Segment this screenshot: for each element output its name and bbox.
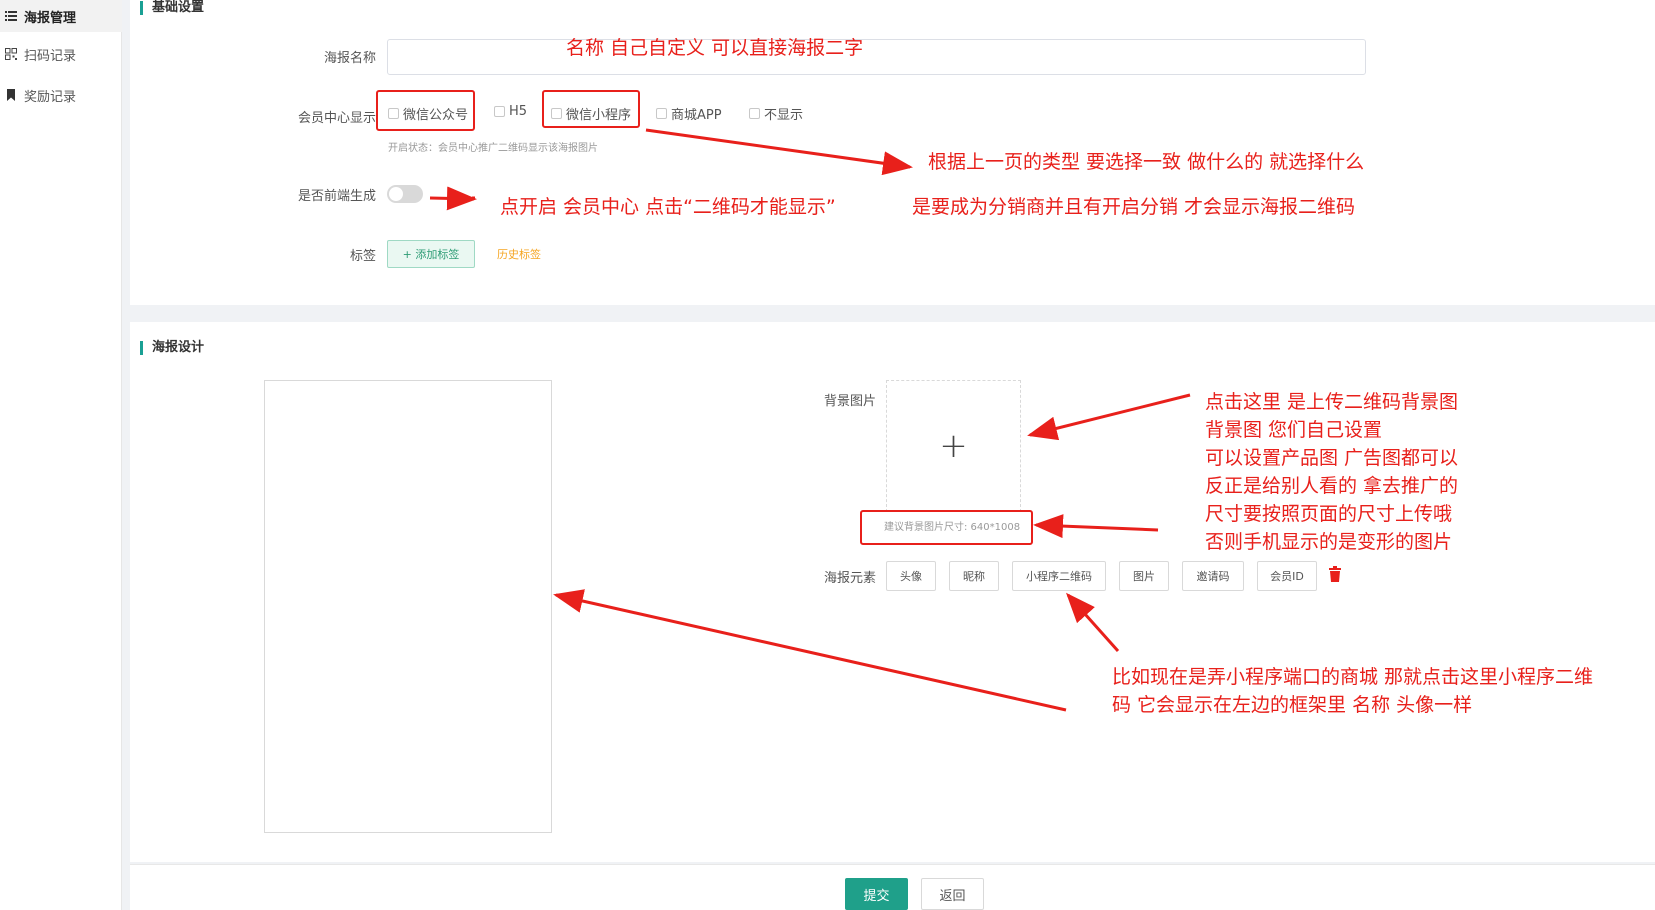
- checkbox[interactable]: [656, 108, 667, 119]
- annotation-element-line: 比如现在是弄小程序端口的商城 那就点击这里小程序二维: [1112, 666, 1594, 688]
- checkbox[interactable]: [494, 106, 505, 117]
- poster-preview-frame: [264, 380, 552, 833]
- element-avatar-button[interactable]: 头像: [886, 561, 936, 591]
- sidebar-item-label: 扫码记录: [24, 48, 77, 64]
- trash-icon[interactable]: [1328, 566, 1342, 582]
- element-image-button[interactable]: 图片: [1119, 561, 1169, 591]
- list-icon: [4, 9, 18, 23]
- annotation-name-note: 名称 自己自定义 可以直接海报二字: [566, 37, 864, 59]
- section-title-design: 海报设计: [140, 341, 204, 355]
- annotation-box-miniprogram: [542, 90, 640, 128]
- element-nickname-button[interactable]: 昵称: [949, 561, 999, 591]
- option-label: H5: [509, 104, 528, 119]
- toggle-knob: [389, 187, 403, 201]
- sidebar-item-label: 奖励记录: [24, 89, 77, 105]
- display-hint: 开启状态：会员中心推广二维码显示该海报图片: [388, 143, 598, 154]
- annotation-bg-line: 背景图 您们自己设置: [1205, 419, 1383, 441]
- frontend-generate-toggle[interactable]: [387, 185, 423, 203]
- poster-name-label: 海报名称: [323, 51, 376, 66]
- sidebar-item-label: 海报管理: [24, 10, 77, 26]
- plus-icon: +: [939, 426, 968, 466]
- poster-name-input[interactable]: [387, 39, 1366, 75]
- background-image-label: 背景图片: [823, 394, 876, 409]
- annotation-element-line: 码 它会显示在左边的框架里 名称 头像一样: [1112, 694, 1473, 716]
- tag-label: 标签: [349, 249, 376, 264]
- background-upload-button[interactable]: +: [886, 380, 1021, 512]
- section-title-basic: 基础设置: [140, 1, 204, 15]
- annotation-bg-line: 否则手机显示的是变形的图片: [1205, 531, 1453, 553]
- annotation-switch-note: 点开启 会员中心 点击“二维码才能显示”: [500, 196, 836, 218]
- bookmark-icon: [4, 88, 18, 102]
- sidebar: 海报管理 扫码记录 奖励记录: [0, 0, 122, 910]
- option-label: 不显示: [764, 108, 804, 123]
- annotation-bg-line: 可以设置产品图 广告图都可以: [1205, 447, 1459, 469]
- annotation-bg-line: 点击这里 是上传二维码背景图: [1205, 391, 1459, 413]
- qrcode-icon: [4, 47, 18, 61]
- sidebar-item-poster-management[interactable]: 海报管理: [0, 0, 122, 32]
- option-mall-app[interactable]: 商城APP: [656, 104, 722, 123]
- annotation-type-note: 根据上一页的类型 要选择一致 做什么的 就选择什么: [928, 151, 1365, 173]
- element-invite-code-button[interactable]: 邀请码: [1182, 561, 1244, 591]
- annotation-distributor-note: 是要成为分销商并且有开启分销 才会显示海报二维码: [912, 196, 1356, 218]
- back-button[interactable]: 返回: [921, 878, 984, 910]
- checkbox[interactable]: [749, 108, 760, 119]
- annotation-bg-line: 反正是给别人看的 拿去推广的: [1205, 475, 1459, 497]
- element-member-id-button[interactable]: 会员ID: [1257, 561, 1317, 591]
- option-hide[interactable]: 不显示: [749, 104, 803, 123]
- sidebar-item-scan-records[interactable]: 扫码记录: [0, 38, 122, 70]
- option-label: 商城APP: [671, 108, 722, 123]
- annotation-bg-line: 尺寸要按照页面的尺寸上传哦: [1205, 503, 1453, 525]
- sidebar-item-reward-records[interactable]: 奖励记录: [0, 79, 122, 111]
- element-miniprogram-qrcode-button[interactable]: 小程序二维码: [1012, 561, 1106, 591]
- add-tag-button[interactable]: + 添加标签: [387, 240, 475, 268]
- poster-elements-label: 海报元素: [823, 571, 876, 586]
- annotation-box-size-hint: [860, 510, 1033, 545]
- frontend-generate-label: 是否前端生成: [297, 189, 376, 204]
- annotation-box-wechat-official: [376, 90, 475, 131]
- history-tags-link[interactable]: 历史标签: [497, 246, 541, 262]
- submit-button[interactable]: 提交: [845, 878, 908, 910]
- member-center-display-label: 会员中心显示: [297, 111, 376, 126]
- option-h5[interactable]: H5: [494, 104, 527, 119]
